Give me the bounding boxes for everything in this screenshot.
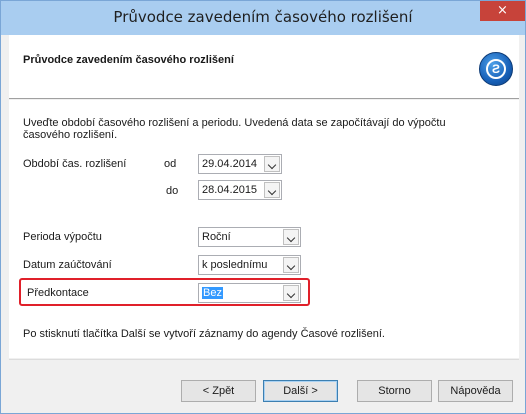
wizard-content: Uveďte období časového rozlišení a perio… [9, 100, 519, 358]
back-button[interactable]: < Zpět [181, 380, 256, 402]
wizard-window: Průvodce zavedením časového rozlišení × … [0, 0, 526, 414]
period-label: Období čas. rozlišení [23, 158, 127, 170]
wizard-logo-icon: Ƨ [479, 52, 513, 86]
chevron-down-icon[interactable] [283, 285, 299, 301]
button-bar: < Zpět Další > Storno Nápověda [9, 359, 519, 407]
to-date-value: 28.04.2015 [202, 184, 258, 196]
calc-period-label: Perioda výpočtu [23, 231, 102, 243]
from-date-picker[interactable]: 29.04.2014 [198, 154, 282, 174]
description-text: Uveďte období časového rozlišení a perio… [23, 117, 446, 141]
title-bar[interactable]: Průvodce zavedením časového rozlišení × [1, 1, 525, 35]
help-button[interactable]: Nápověda [438, 380, 513, 402]
chevron-down-icon[interactable] [264, 156, 280, 172]
calc-period-value: Roční [202, 231, 231, 243]
posting-date-select[interactable]: k poslednímu [198, 255, 301, 275]
logo-glyph: Ƨ [486, 59, 506, 79]
precontation-label: Předkontace [27, 287, 89, 299]
chevron-down-icon[interactable] [264, 182, 280, 198]
next-button[interactable]: Další > [263, 380, 338, 402]
calc-period-select[interactable]: Roční [198, 227, 301, 247]
chevron-down-icon[interactable] [283, 229, 299, 245]
wizard-header: Průvodce zavedením časového rozlišení Ƨ [9, 35, 519, 99]
cancel-button[interactable]: Storno [357, 380, 432, 402]
precontation-value-wrap: Bez [202, 287, 223, 299]
to-date-picker[interactable]: 28.04.2015 [198, 180, 282, 200]
posting-date-label: Datum zaúčtování [23, 259, 112, 271]
close-button[interactable]: × [480, 1, 525, 21]
from-label: od [164, 158, 177, 170]
header-title: Průvodce zavedením časového rozlišení [23, 54, 234, 66]
precontation-select[interactable]: Bez [198, 283, 301, 303]
posting-date-value: k poslednímu [202, 259, 268, 271]
close-icon: × [497, 3, 508, 18]
window-title: Průvodce zavedením časového rozlišení [113, 8, 413, 26]
chevron-down-icon[interactable] [283, 257, 299, 273]
from-date-value: 29.04.2014 [202, 158, 258, 170]
info-text: Po stisknutí tlačítka Další se vytvoří z… [23, 328, 385, 340]
precontation-value: Bez [202, 287, 223, 299]
to-label: do [166, 185, 179, 197]
